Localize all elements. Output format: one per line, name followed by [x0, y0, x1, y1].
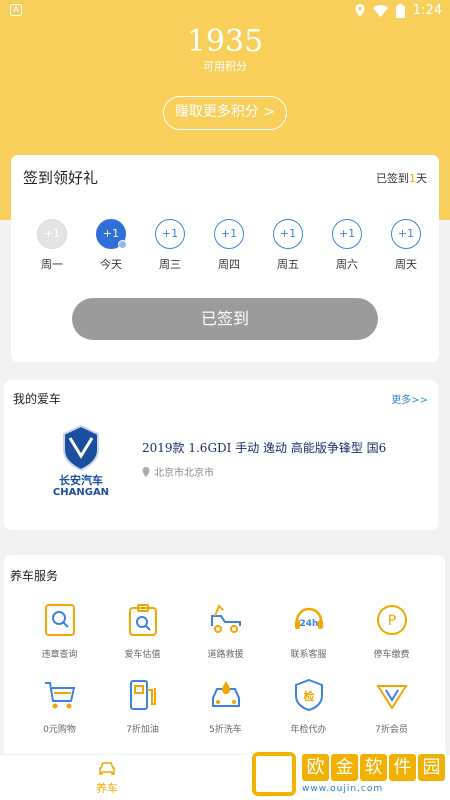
service-item[interactable]: 0元购物 [18, 678, 101, 735]
location-icon [355, 4, 365, 17]
inspection-badge-icon: 检 [292, 678, 326, 712]
my-car-title: 我的爱车 [13, 392, 62, 406]
day-reward-badge: +1 [332, 219, 362, 249]
service-item[interactable]: 检年检代办 [267, 678, 350, 735]
services-title: 养车服务 [10, 569, 59, 583]
car-model: 2019款 1.6GDI 手动 逸动 高能版争锋型 国6 [142, 441, 387, 455]
car-icon [99, 762, 115, 775]
watermark-char: 金 [331, 754, 358, 781]
day-label: 周六 [336, 258, 358, 271]
day-label: 周一 [41, 258, 63, 271]
cart-icon [43, 678, 77, 712]
service-item[interactable]: P 停车缴费 [350, 603, 433, 660]
fuel-icon [126, 678, 160, 712]
signin-days: +1 周一 +1 今天 +1 周三 +1 周四 +1 周五 +1 周六 +1 周天 [33, 219, 425, 272]
service-label: 违章查询 [41, 650, 78, 660]
notification-icon: A [10, 4, 22, 16]
signin-day: +1 周一 [33, 219, 71, 272]
car-location: 北京市北京市 [142, 464, 214, 479]
svg-text:检: 检 [303, 689, 314, 703]
wifi-icon [372, 4, 388, 17]
clipboard-search-icon [126, 603, 160, 637]
watermark-url: www.oujin.com [302, 784, 384, 794]
more-link[interactable]: 更多>> [391, 391, 428, 406]
watermark: 欧金软件园 www.oujin.com [248, 748, 446, 800]
service-item[interactable]: 5折洗车 [184, 678, 267, 735]
check-icon [118, 240, 127, 249]
svg-text:P: P [387, 613, 395, 629]
day-reward-badge: +1 [214, 219, 244, 249]
day-label: 周三 [159, 258, 181, 271]
service-label: 联系客服 [290, 650, 327, 660]
status-bar: A 1:24 [0, 0, 450, 24]
service-item[interactable]: 爱车估值 [101, 603, 184, 660]
service-label: 0元购物 [43, 725, 76, 735]
vip-icon [375, 678, 409, 712]
parking-icon: P [375, 603, 409, 637]
signed-in-button[interactable]: 已签到 [72, 298, 378, 340]
status-time: 1:24 [412, 3, 442, 18]
signin-day: +1 今天 [92, 219, 130, 272]
watermark-logo [252, 752, 296, 796]
svg-text:24h: 24h [299, 619, 318, 629]
watermark-char: 欧 [302, 754, 329, 781]
signin-day: +1 周四 [210, 219, 248, 272]
day-label: 周五 [277, 258, 299, 271]
service-label: 5折洗车 [209, 725, 242, 735]
my-car-card[interactable]: 我的爱车 更多>> 长安汽车 CHANGAN 2019款 1.6GDI 手动 逸… [4, 380, 438, 530]
day-label: 今天 [100, 258, 122, 271]
watermark-char: 件 [389, 754, 416, 781]
signin-status: 已签到1天 [376, 172, 427, 185]
earn-more-points-button[interactable]: 赚取更多积分 > [163, 96, 287, 130]
location-pin-icon [142, 466, 150, 477]
changan-logo: 长安汽车 CHANGAN [46, 424, 116, 498]
day-reward-badge: +1 [37, 219, 67, 249]
service-label: 7折会员 [375, 725, 408, 735]
service-item[interactable]: 违章查询 [18, 603, 101, 660]
search-doc-icon [43, 603, 77, 637]
tab-car-care[interactable]: 养车 [96, 761, 118, 796]
day-reward-badge: +1 [155, 219, 185, 249]
points-value: 1935 [186, 24, 264, 59]
points-label: 可用积分 [203, 60, 247, 73]
battery-icon [395, 3, 405, 18]
signin-day: +1 周三 [151, 219, 189, 272]
watermark-char: 园 [418, 754, 445, 781]
signin-title: 签到领好礼 [23, 169, 99, 187]
signin-day: +1 周六 [328, 219, 366, 272]
service-item[interactable]: 24h 联系客服 [267, 603, 350, 660]
car-wash-icon [209, 678, 243, 712]
service-label: 道路救援 [207, 650, 244, 660]
day-reward-badge: +1 [391, 219, 421, 249]
service-label: 7折加油 [126, 725, 159, 735]
service-label: 停车缴费 [373, 650, 410, 660]
signin-card: 签到领好礼 已签到1天 +1 周一 +1 今天 +1 周三 +1 周四 +1 周五 +1 周六 +1 周天… [11, 155, 439, 362]
day-reward-badge: +1 [96, 219, 127, 249]
day-label: 周四 [218, 258, 240, 271]
svg-text:CHANGAN: CHANGAN [53, 487, 109, 496]
svg-text:长安汽车: 长安汽车 [59, 473, 103, 487]
day-label: 周天 [395, 258, 417, 271]
service-item[interactable]: 7折加油 [101, 678, 184, 735]
signin-day: +1 周天 [387, 219, 425, 272]
service-item[interactable]: 道路救援 [184, 603, 267, 660]
signin-day: +1 周五 [269, 219, 307, 272]
watermark-char: 软 [360, 754, 387, 781]
service-label: 年检代办 [290, 725, 327, 735]
tow-truck-icon [209, 603, 243, 637]
services-grid: 违章查询 爱车估值 道路救援 24h 联系客服 P 停车缴费 0元购物 7折加油 5折洗车 检年检代… [18, 603, 434, 735]
24h-headset-icon: 24h [292, 603, 326, 637]
service-item[interactable]: 7折会员 [350, 678, 433, 735]
day-reward-badge: +1 [273, 219, 303, 249]
service-label: 爱车估值 [124, 650, 161, 660]
